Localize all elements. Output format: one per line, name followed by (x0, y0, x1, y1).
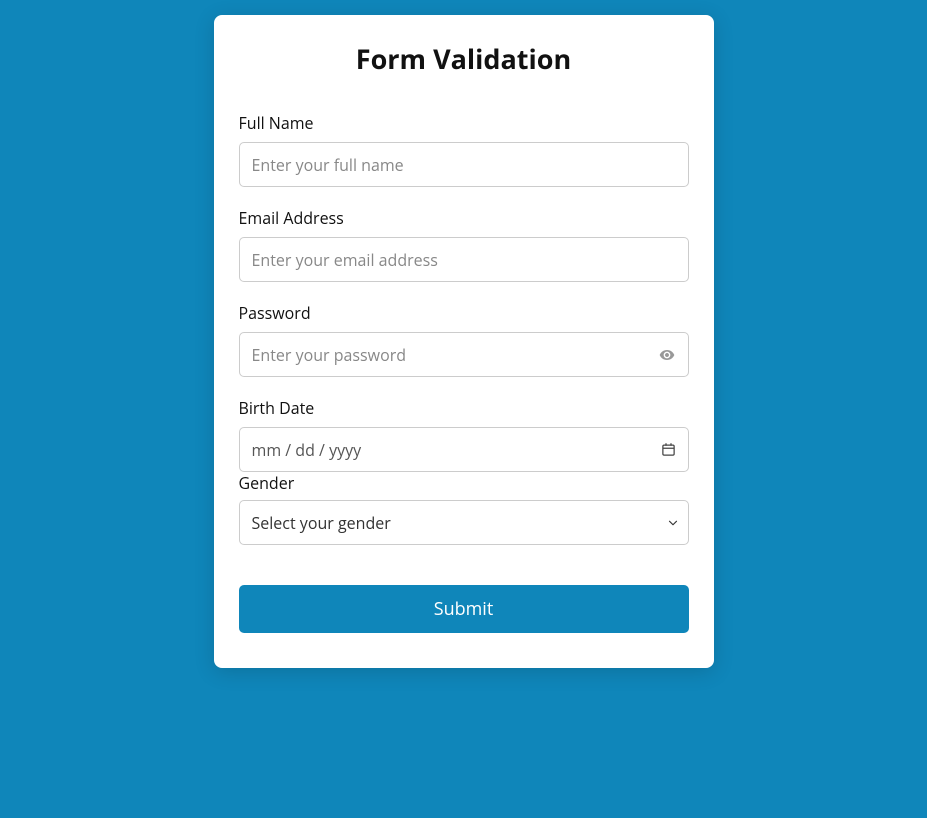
email-group: Email Address (239, 207, 689, 282)
password-label: Password (239, 302, 689, 324)
email-input[interactable] (239, 237, 689, 282)
email-label: Email Address (239, 207, 689, 229)
fullname-input[interactable] (239, 142, 689, 187)
form-card: Form Validation Full Name Email Address … (214, 15, 714, 668)
gender-label: Gender (239, 472, 689, 494)
gender-select[interactable]: Select your gender (239, 500, 689, 545)
birthdate-group: Birth Date mm / dd / yyyy (239, 397, 689, 472)
eye-icon[interactable] (659, 347, 675, 363)
calendar-icon[interactable] (661, 442, 676, 457)
password-group: Password (239, 302, 689, 377)
fullname-group: Full Name (239, 112, 689, 187)
gender-group: Gender Select your gender (239, 472, 689, 545)
password-input[interactable] (239, 332, 689, 377)
birthdate-input[interactable]: mm / dd / yyyy (239, 427, 689, 472)
birthdate-label: Birth Date (239, 397, 689, 419)
submit-button[interactable]: Submit (239, 585, 689, 633)
fullname-label: Full Name (239, 112, 689, 134)
form-title: Form Validation (239, 40, 689, 77)
birthdate-placeholder: mm / dd / yyyy (252, 439, 362, 461)
password-wrapper (239, 332, 689, 377)
